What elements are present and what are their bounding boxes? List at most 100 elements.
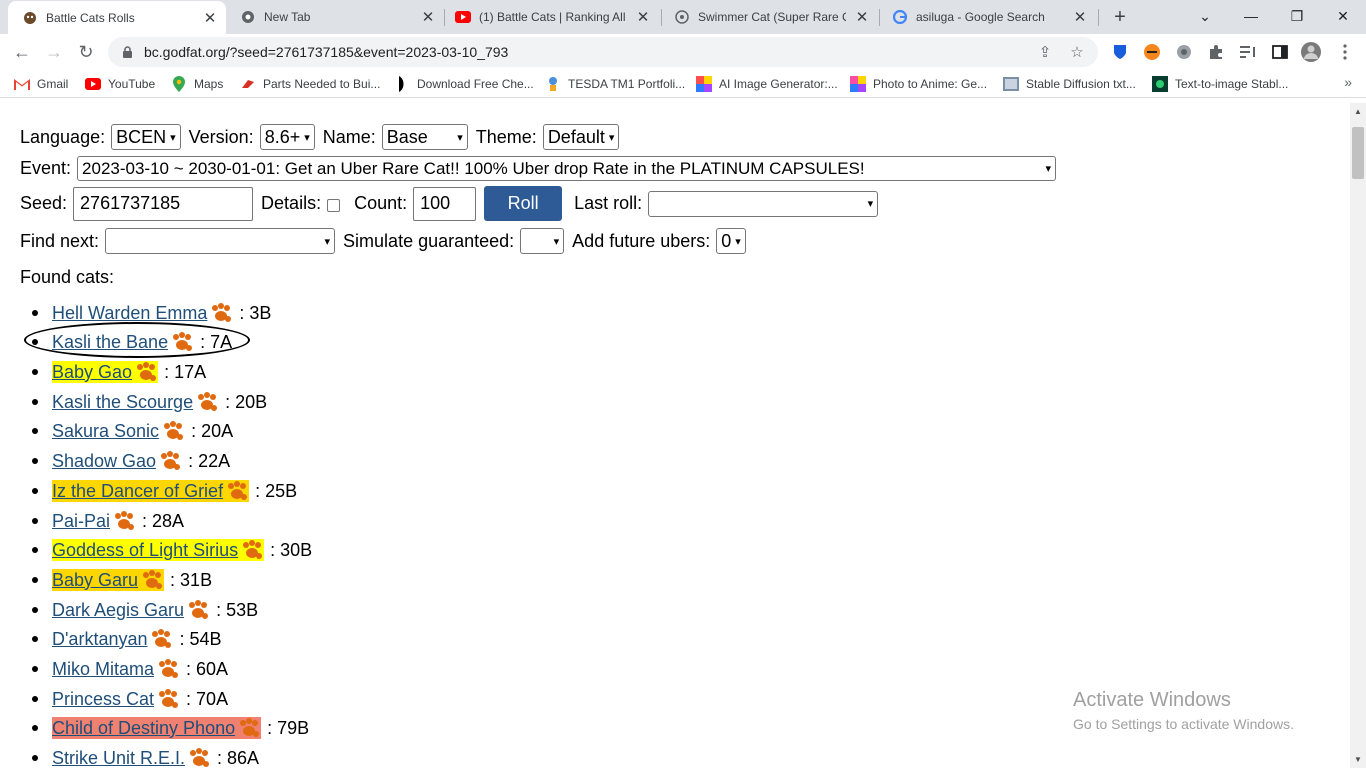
last-roll-select[interactable]: ▾: [648, 190, 879, 217]
close-tab-icon[interactable]: ✕: [635, 9, 651, 26]
close-tab-icon[interactable]: ✕: [854, 9, 870, 26]
cat-link[interactable]: Iz the Dancer of Grief: [52, 481, 223, 502]
paw-icon[interactable]: [161, 420, 185, 442]
cat-link[interactable]: Dark Aegis Garu: [52, 600, 184, 621]
seed-input[interactable]: 2761737185: [73, 186, 254, 221]
tab-swimmer-cat[interactable]: Swimmer Cat (Super Rare Cat ✕: [660, 0, 878, 34]
version-select[interactable]: 8.6+ ▾: [259, 124, 315, 150]
scrollbar-thumb[interactable]: [1352, 127, 1364, 179]
close-tab-icon[interactable]: ✕: [420, 9, 436, 26]
paw-icon[interactable]: [156, 688, 180, 710]
paw-icon[interactable]: [156, 658, 180, 680]
tab-youtube[interactable]: (1) Battle Cats | Ranking All U ✕: [441, 0, 659, 34]
chevron-down-icon: ▾: [457, 131, 463, 144]
reload-button[interactable]: ↻: [72, 38, 100, 66]
chrome-menu-icon[interactable]: [1334, 41, 1356, 63]
roll-button[interactable]: Roll: [484, 186, 563, 221]
cat-name-highlight: Baby Gao: [52, 361, 159, 383]
cat-link[interactable]: Child of Destiny Phono: [52, 718, 235, 739]
simulate-guaranteed-select[interactable]: ▾: [520, 228, 565, 254]
bookmark-tesda[interactable]: TESDA TM1 Portfoli...: [545, 74, 685, 94]
list-item: Shadow Gao : 22A: [32, 449, 231, 473]
paw-icon[interactable]: [225, 480, 249, 502]
bookmark-stable-diffusion[interactable]: Stable Diffusion txt...: [1003, 74, 1136, 94]
paw-icon[interactable]: [149, 628, 173, 650]
close-tab-icon[interactable]: ✕: [202, 10, 218, 27]
find-next-select[interactable]: ▾: [105, 228, 336, 254]
bookmark-photo-anime[interactable]: Photo to Anime: Ge...: [850, 74, 987, 94]
tab-battle-cats-rolls[interactable]: Battle Cats Rolls ✕: [8, 1, 226, 34]
bookmark-maps[interactable]: Maps: [171, 74, 223, 94]
paw-icon[interactable]: [237, 717, 261, 739]
cat-link[interactable]: Baby Gao: [52, 362, 132, 383]
cat-link[interactable]: Miko Mitama: [52, 659, 154, 680]
lock-icon[interactable]: [120, 45, 134, 59]
paw-icon[interactable]: [187, 747, 211, 768]
details-checkbox[interactable]: [327, 199, 341, 212]
future-ubers-select[interactable]: 0 ▾: [716, 228, 746, 254]
list-item: Dark Aegis Garu : 53B: [32, 598, 258, 622]
bookmark-text-to-image[interactable]: Text-to-image Stabl...: [1152, 74, 1288, 94]
tab-google-search[interactable]: asiluga - Google Search ✕: [878, 0, 1096, 34]
close-window-button[interactable]: ✕: [1320, 0, 1366, 32]
paw-icon[interactable]: [158, 450, 182, 472]
forward-button[interactable]: →: [40, 38, 68, 66]
bookmark-download[interactable]: Download Free Che...: [394, 74, 534, 94]
extensions-puzzle-icon[interactable]: [1205, 41, 1227, 63]
cat-link[interactable]: Shadow Gao: [52, 451, 156, 472]
cat-link[interactable]: Kasli the Scourge: [52, 392, 193, 413]
bookmark-youtube[interactable]: YouTube: [85, 74, 155, 94]
bookmarks-bar: Gmail YouTube Maps Parts Needed to Bui..…: [0, 70, 1366, 98]
side-panel-icon[interactable]: [1269, 41, 1291, 63]
extension-icon[interactable]: [1173, 41, 1195, 63]
share-icon[interactable]: ⇪: [1034, 41, 1056, 63]
language-select[interactable]: BCEN ▾: [111, 124, 181, 150]
paw-icon[interactable]: [140, 569, 164, 591]
paw-icon[interactable]: [134, 361, 158, 383]
cat-link[interactable]: D'arktanyan: [52, 629, 147, 650]
paw-icon[interactable]: [186, 599, 210, 621]
cat-position: : 22A: [188, 450, 231, 471]
bookmark-parts[interactable]: Parts Needed to Bui...: [240, 74, 380, 94]
paw-icon[interactable]: [112, 510, 136, 532]
cat-link[interactable]: Pai-Pai: [52, 511, 110, 532]
bookmarks-overflow-icon[interactable]: »: [1344, 74, 1352, 90]
cat-link[interactable]: Princess Cat: [52, 689, 154, 710]
theme-select[interactable]: Default ▾: [542, 124, 620, 150]
restore-button[interactable]: ❐: [1274, 0, 1320, 32]
name-select[interactable]: Base ▾: [381, 124, 468, 150]
page-scrollbar[interactable]: ▲ ▼: [1350, 103, 1366, 768]
metamask-extension-icon[interactable]: [1141, 41, 1163, 63]
media-control-icon[interactable]: [1237, 41, 1259, 63]
event-select[interactable]: 2023-03-10 ~ 2030-01-01: Get an Uber Rar…: [77, 156, 1057, 181]
cat-name-highlight: Goddess of Light Sirius: [52, 539, 265, 561]
maps-icon: [171, 76, 187, 92]
scroll-down-arrow-icon[interactable]: ▼: [1354, 755, 1362, 764]
url-text[interactable]: bc.godfat.org/?seed=2761737185&event=202…: [144, 44, 1034, 60]
cat-link[interactable]: Baby Garu: [52, 570, 138, 591]
minimize-button[interactable]: —: [1228, 0, 1274, 32]
address-bar[interactable]: bc.godfat.org/?seed=2761737185&event=202…: [108, 37, 1098, 67]
paw-icon[interactable]: [195, 391, 219, 413]
paw-icon[interactable]: [209, 302, 233, 324]
cat-link[interactable]: Sakura Sonic: [52, 421, 159, 442]
new-tab-button[interactable]: +: [1108, 5, 1132, 29]
bitwarden-extension-icon[interactable]: [1109, 41, 1131, 63]
cat-position: : 70A: [186, 688, 229, 709]
scroll-up-arrow-icon[interactable]: ▲: [1354, 107, 1362, 116]
paw-icon[interactable]: [240, 539, 264, 561]
cat-position: : 31B: [170, 569, 213, 590]
cat-link[interactable]: Goddess of Light Sirius: [52, 540, 238, 561]
bookmark-gmail[interactable]: Gmail: [14, 74, 68, 94]
bookmark-ai-image[interactable]: AI Image Generator:...: [696, 74, 838, 94]
tab-search-button[interactable]: ⌄: [1182, 0, 1228, 32]
cat-link[interactable]: Strike Unit R.E.I.: [52, 748, 185, 768]
bookmark-star-icon[interactable]: ☆: [1066, 41, 1088, 63]
bullet: [32, 458, 38, 464]
cat-link[interactable]: Hell Warden Emma: [52, 303, 207, 324]
tab-new-tab[interactable]: New Tab ✕: [226, 0, 444, 34]
profile-avatar[interactable]: [1300, 41, 1322, 63]
close-tab-icon[interactable]: ✕: [1072, 9, 1088, 26]
count-input[interactable]: 100: [413, 186, 477, 221]
back-button[interactable]: ←: [8, 38, 36, 66]
